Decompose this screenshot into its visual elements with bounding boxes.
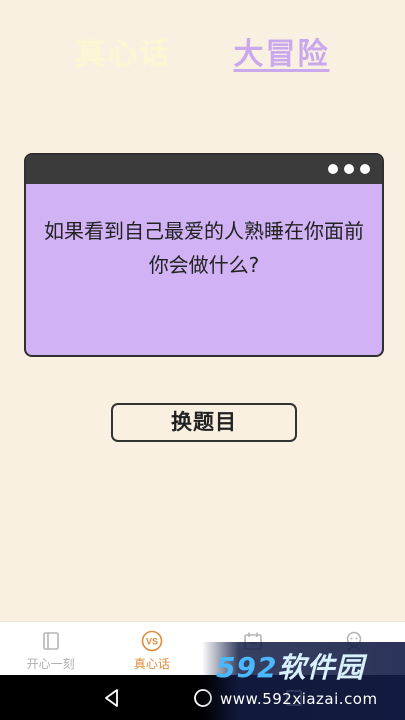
vs-icon: VS [141, 630, 163, 652]
dot [344, 164, 354, 174]
watermark-logo: 592软件园 [216, 646, 364, 686]
watermark: 592软件园 www.592xiazai.com [202, 642, 405, 720]
tab-truth[interactable]: 真心话 [76, 30, 172, 80]
question-text: 如果看到自己最爱的人熟睡在你面前你会做什么? [44, 219, 364, 277]
question-card: 如果看到自己最爱的人熟睡在你面前你会做什么? [24, 153, 384, 357]
more-dots-icon[interactable] [328, 164, 370, 174]
nav-label: 开心一刻 [26, 657, 75, 671]
watermark-url: www.592xiazai.com [220, 690, 378, 708]
dot [328, 164, 338, 174]
back-icon[interactable] [101, 687, 123, 709]
nav-item-truth[interactable]: VS 真心话 [101, 622, 202, 675]
change-question-button[interactable]: 换题目 [111, 403, 297, 442]
watermark-number: 592 [216, 651, 278, 684]
svg-text:VS: VS [146, 637, 158, 647]
book-icon [42, 632, 59, 650]
nav-item-happy-moment[interactable]: 开心一刻 [0, 622, 101, 675]
watermark-brand: 软件园 [277, 651, 365, 684]
tab-dare[interactable]: 大冒险 [234, 30, 330, 80]
card-header [26, 155, 382, 184]
nav-label: 真心话 [133, 657, 170, 671]
top-tab-bar: 真心话 大冒险 [0, 30, 405, 80]
dot [360, 164, 370, 174]
